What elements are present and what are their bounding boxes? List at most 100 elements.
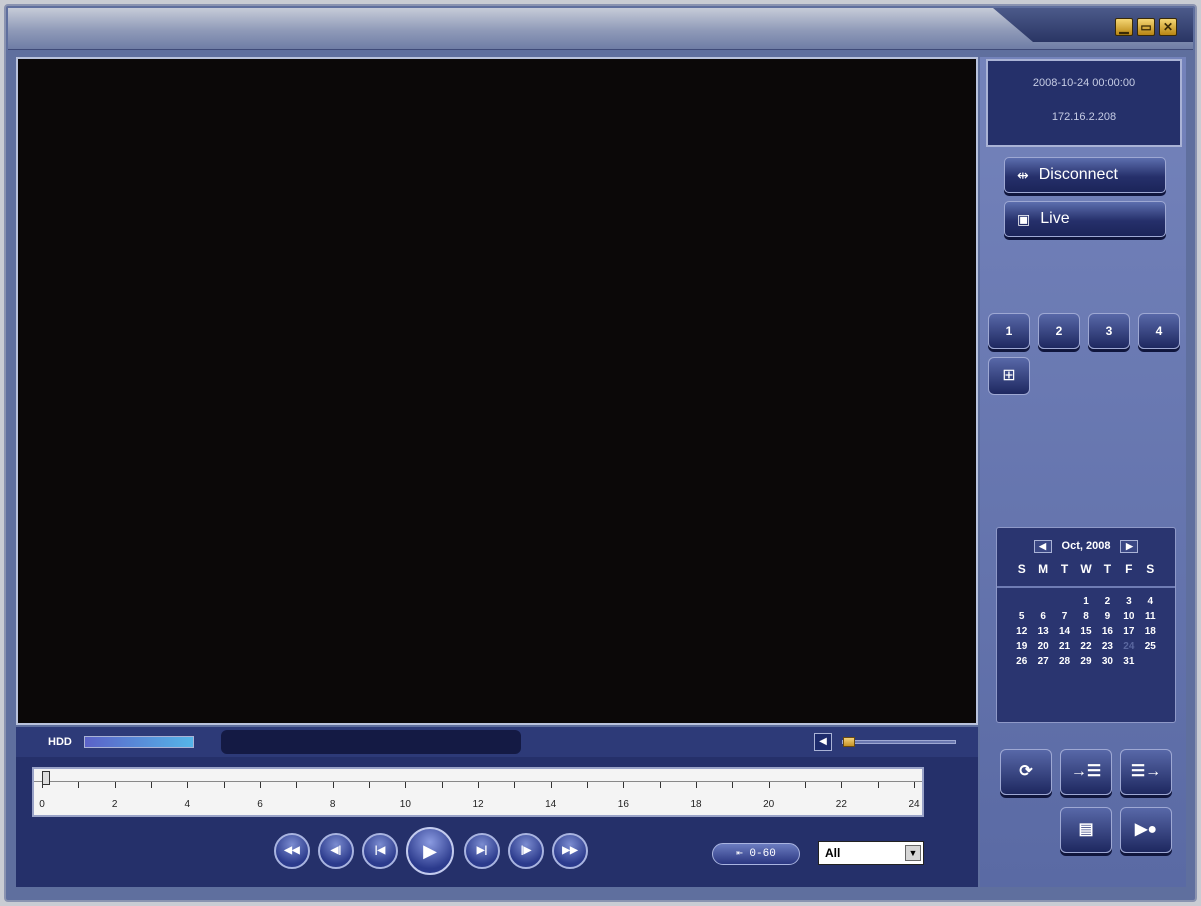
- calendar-day[interactable]: 16: [1097, 626, 1118, 637]
- calendar-day[interactable]: 10: [1118, 611, 1139, 622]
- ip-readout: 172.16.2.208: [1051, 111, 1117, 123]
- volume-slider-knob[interactable]: [843, 737, 855, 747]
- calendar-day[interactable]: 13: [1032, 626, 1053, 637]
- timeline-hour-label: 20: [763, 799, 775, 810]
- timeline-tick: [223, 782, 225, 788]
- timeline-hour-label: 16: [617, 799, 629, 810]
- channel-4-button[interactable]: 4: [1138, 313, 1180, 349]
- timeline-tick: [550, 782, 552, 788]
- timeline-tick: [405, 782, 407, 788]
- calendar-day[interactable]: 29: [1075, 656, 1096, 667]
- disconnect-button[interactable]: ⇹ Disconnect: [1004, 157, 1166, 193]
- calendar-day[interactable]: 20: [1032, 641, 1053, 652]
- timeline-tick: [696, 782, 697, 788]
- previous-button[interactable]: |◀: [362, 833, 398, 869]
- hdd-label: HDD: [48, 736, 72, 748]
- calendar-day[interactable]: 5: [1011, 611, 1032, 622]
- timeline-thumb[interactable]: [42, 771, 50, 785]
- calendar-day[interactable]: 31: [1118, 656, 1139, 667]
- maximize-button[interactable]: ▭: [1137, 18, 1155, 36]
- status-field: [221, 730, 521, 754]
- calendar-day[interactable]: 23: [1097, 641, 1118, 652]
- connection-info: 2008-10-24 00:00:00 172.16.2.208: [986, 59, 1182, 147]
- timeline-tick: [514, 782, 516, 788]
- quad-view-button[interactable]: ⊞: [988, 357, 1030, 395]
- fast-forward-button[interactable]: ▶▶: [552, 833, 588, 869]
- weekday-label: F: [1125, 562, 1133, 576]
- export-list-icon: ☰→: [1130, 763, 1162, 780]
- timeline-hour-label: 14: [545, 799, 557, 810]
- volume-slider[interactable]: [842, 737, 956, 747]
- timeline-tick: [78, 782, 80, 788]
- calendar-empty-cell: [1140, 656, 1161, 667]
- chevron-down-icon[interactable]: ▼: [905, 845, 921, 861]
- calendar-day[interactable]: 21: [1054, 641, 1075, 652]
- calendar-day[interactable]: 6: [1032, 611, 1053, 622]
- calendar-day[interactable]: 9: [1097, 611, 1118, 622]
- calendar-day[interactable]: 4: [1140, 596, 1161, 607]
- timeline-tick: [369, 782, 370, 788]
- timeline-slider[interactable]: 0 2 4 6 8 10 12 14 16 18 20 22 24: [32, 767, 924, 817]
- calendar-day[interactable]: 11: [1140, 611, 1161, 622]
- calendar-day[interactable]: 12: [1011, 626, 1032, 637]
- calendar-day[interactable]: 27: [1032, 656, 1053, 667]
- calendar-day[interactable]: 19: [1011, 641, 1032, 652]
- calendar-day[interactable]: 2: [1097, 596, 1118, 607]
- channel-1-button[interactable]: 1: [988, 313, 1030, 349]
- prev-month-button[interactable]: ◀: [1033, 539, 1052, 553]
- settings-button[interactable]: ▤: [1060, 807, 1112, 853]
- timeline-tick: [805, 782, 806, 788]
- volume-icon[interactable]: ◀: [814, 733, 832, 751]
- record-button[interactable]: ▶●: [1120, 807, 1172, 853]
- calendar-day[interactable]: 14: [1054, 626, 1075, 637]
- calendar-day[interactable]: 17: [1118, 626, 1139, 637]
- close-button[interactable]: ✕: [1159, 18, 1177, 36]
- calendar-day[interactable]: 18: [1140, 626, 1161, 637]
- live-monitor-icon: ▣: [1017, 210, 1031, 227]
- calendar-day[interactable]: 30: [1097, 656, 1118, 667]
- calendar-day[interactable]: 3: [1118, 596, 1139, 607]
- timeline-hour-label: 10: [399, 799, 411, 810]
- snapshot-icon: ⟳: [1019, 763, 1033, 780]
- minimize-button[interactable]: ▁: [1115, 18, 1133, 36]
- play-icon: ▶: [423, 841, 437, 861]
- playback-panel: 0 2 4 6 8 10 12 14 16 18 20 22 24 ◀◀ ◀| |◀ ▶ ▶| |▶ ▶…: [16, 757, 978, 887]
- calendar-day[interactable]: 15: [1075, 626, 1096, 637]
- timeline-tick: [441, 782, 443, 788]
- video-display[interactable]: [16, 57, 978, 725]
- calendar-day[interactable]: 8: [1075, 611, 1096, 622]
- channel-2-button[interactable]: 2: [1038, 313, 1080, 349]
- calendar-day[interactable]: 28: [1054, 656, 1075, 667]
- live-button[interactable]: ▣ Live: [1004, 201, 1166, 237]
- calendar-day[interactable]: 1: [1075, 596, 1096, 607]
- timeline-hour-label: 2: [111, 799, 118, 810]
- calendar: ◀ Oct, 2008 ▶ SMTWTFS 1 2 3 4 5 6 7 8 9 10 11 12 13 1…: [996, 527, 1176, 723]
- step-forward-button[interactable]: |▶: [508, 833, 544, 869]
- calendar-day[interactable]: 22: [1075, 641, 1096, 652]
- next-month-button[interactable]: ▶: [1120, 539, 1139, 553]
- timeline-hour-label: 6: [257, 799, 263, 810]
- export-button[interactable]: ☰→: [1120, 749, 1172, 795]
- calendar-day[interactable]: 24: [1118, 641, 1139, 652]
- calendar-empty-cell: [1011, 596, 1032, 607]
- timeline-tick: [587, 782, 588, 788]
- channel-3-button[interactable]: 3: [1088, 313, 1130, 349]
- range-button[interactable]: ⇤ 0-60: [712, 843, 800, 865]
- import-button[interactable]: →☰: [1060, 749, 1112, 795]
- fast-rewind-button[interactable]: ◀◀: [274, 833, 310, 869]
- calendar-day[interactable]: 7: [1054, 611, 1075, 622]
- next-icon: ▶|: [476, 845, 488, 856]
- calendar-divider: [997, 586, 1175, 588]
- play-button[interactable]: ▶: [406, 827, 454, 875]
- timeline-tick: [187, 782, 189, 788]
- calendar-day[interactable]: 26: [1011, 656, 1032, 667]
- next-button[interactable]: ▶|: [464, 833, 500, 869]
- step-back-button[interactable]: ◀|: [318, 833, 354, 869]
- snapshot-button[interactable]: ⟳: [1000, 749, 1052, 795]
- title-bar: ▁ ▭ ✕: [8, 8, 1193, 50]
- timeline-tick: [732, 782, 734, 788]
- timeline-hour-label: 24: [908, 799, 920, 810]
- timeline-tick: [42, 782, 43, 788]
- record-type-select[interactable]: All ▼: [818, 841, 924, 865]
- calendar-day[interactable]: 25: [1140, 641, 1161, 652]
